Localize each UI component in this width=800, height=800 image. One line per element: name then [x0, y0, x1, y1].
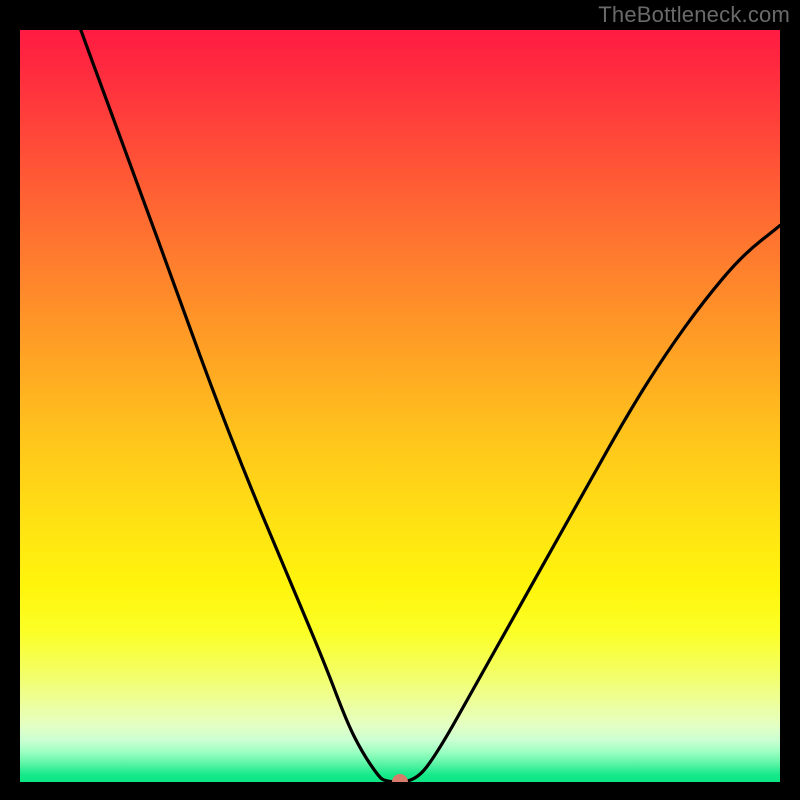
bottleneck-curve	[20, 30, 780, 782]
chart-frame: TheBottleneck.com	[0, 0, 800, 800]
watermark-text: TheBottleneck.com	[598, 2, 790, 28]
plot-area	[20, 30, 780, 782]
curve-path	[81, 30, 780, 782]
optimal-point-marker	[392, 774, 408, 782]
